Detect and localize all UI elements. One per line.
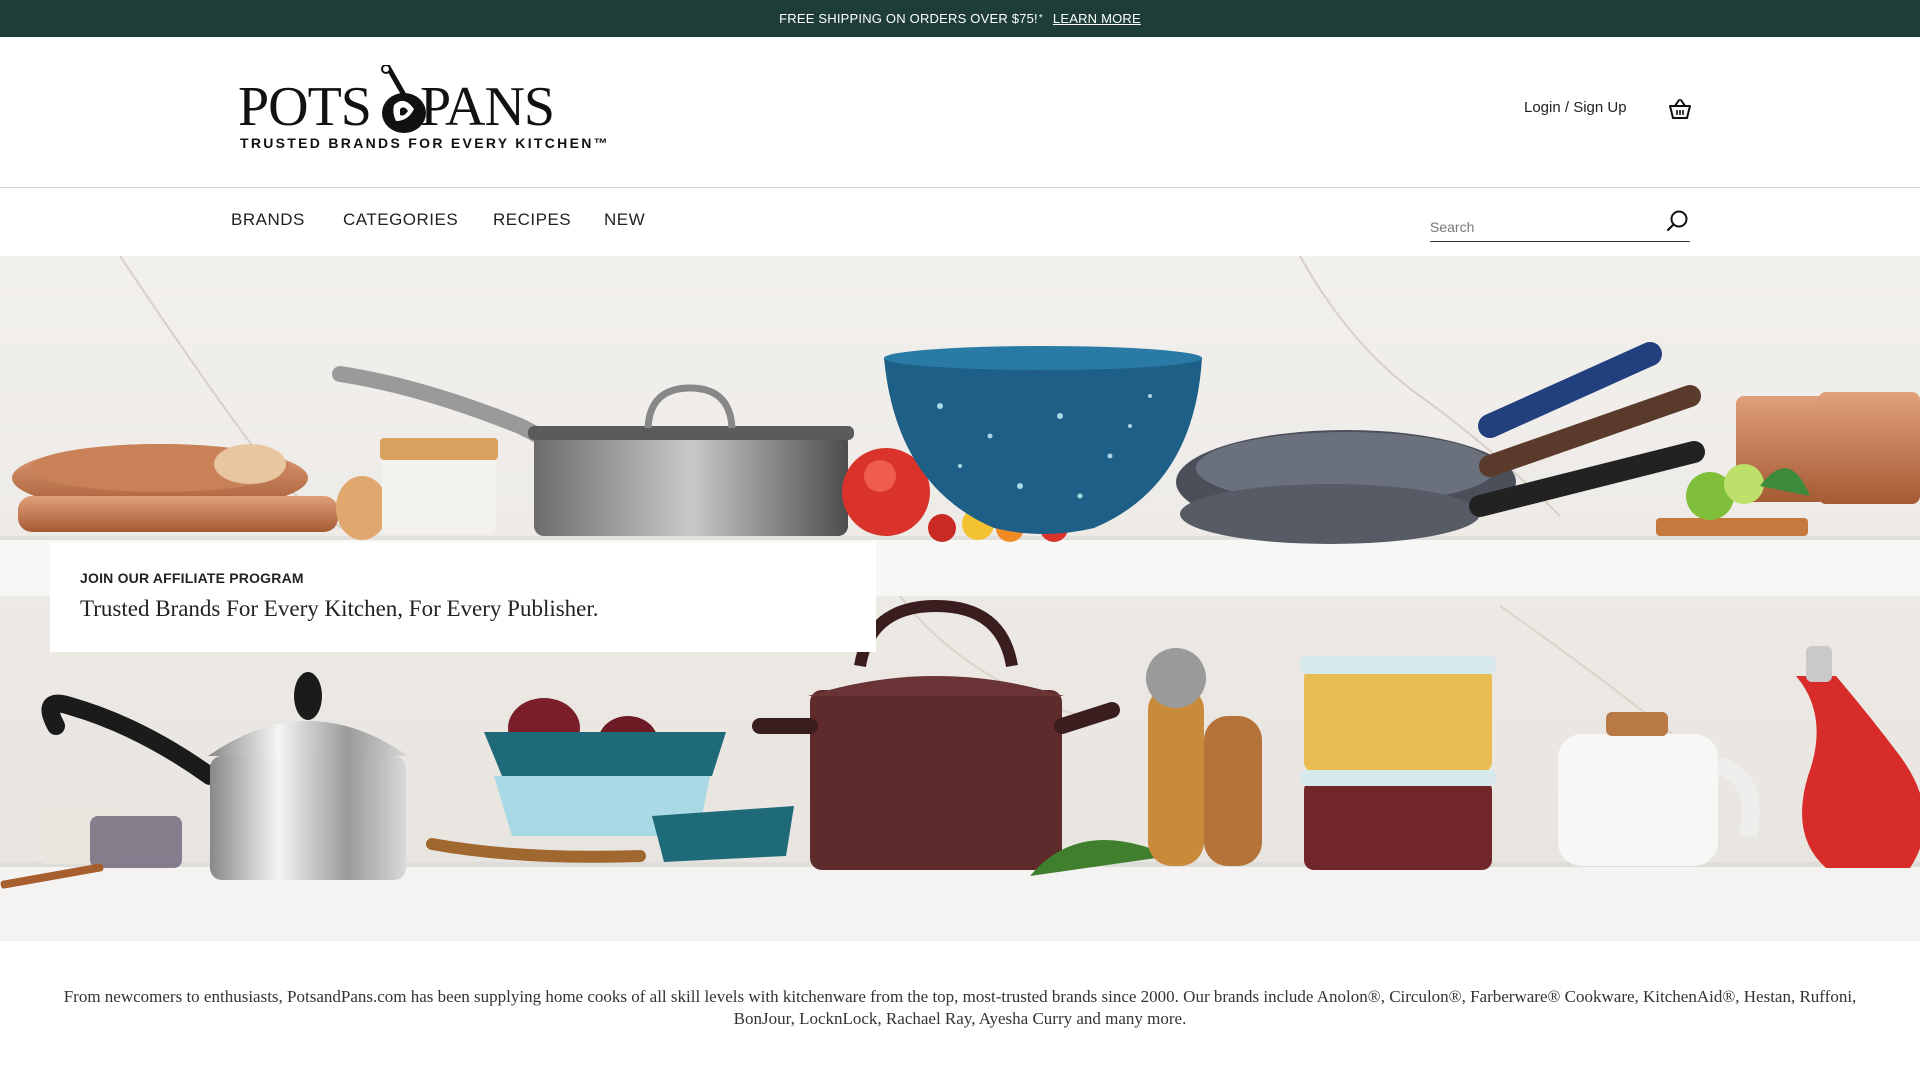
- nav-item-recipes[interactable]: RECIPES: [493, 210, 571, 230]
- affiliate-eyebrow: JOIN OUR AFFILIATE PROGRAM: [80, 570, 304, 586]
- nav-item-brands[interactable]: BRANDS: [231, 210, 305, 230]
- site-header: POTS PANS TRUSTED BRANDS FOR EVERY KITCH…: [0, 37, 1920, 188]
- about-text: From newcomers to enthusiasts, PotsandPa…: [63, 987, 1857, 1028]
- basket-icon[interactable]: [1667, 97, 1693, 121]
- learn-more-link[interactable]: LEARN MORE: [1053, 11, 1141, 26]
- search-bar: [1430, 210, 1690, 242]
- search-icon[interactable]: [1664, 208, 1690, 234]
- promo-bar: FREE SHIPPING ON ORDERS OVER $75! * LEARN…: [0, 0, 1920, 37]
- promo-asterisk: *: [1038, 13, 1043, 24]
- affiliate-headline: Trusted Brands For Every Kitchen, For Ev…: [80, 596, 599, 621]
- main-nav: BRANDS CATEGORIES RECIPES NEW: [0, 188, 1920, 256]
- logo-word-pans: PANS: [420, 76, 555, 138]
- hero-banner: JOIN OUR AFFILIATE PROGRAM Trusted Brand…: [0, 256, 1920, 941]
- nav-item-categories[interactable]: CATEGORIES: [343, 210, 458, 230]
- search-input[interactable]: [1430, 216, 1650, 238]
- affiliate-card[interactable]: JOIN OUR AFFILIATE PROGRAM Trusted Brand…: [50, 542, 876, 652]
- logo-word-pots: POTS: [238, 76, 372, 138]
- nav-item-new[interactable]: NEW: [604, 210, 645, 230]
- promo-text: FREE SHIPPING ON ORDERS OVER $75!: [779, 11, 1038, 26]
- logo-tagline: TRUSTED BRANDS FOR EVERY KITCHEN™: [240, 135, 610, 151]
- login-signup-link[interactable]: Login / Sign Up: [1524, 99, 1627, 116]
- logo[interactable]: POTS PANS TRUSTED BRANDS FOR EVERY KITCH…: [238, 65, 608, 157]
